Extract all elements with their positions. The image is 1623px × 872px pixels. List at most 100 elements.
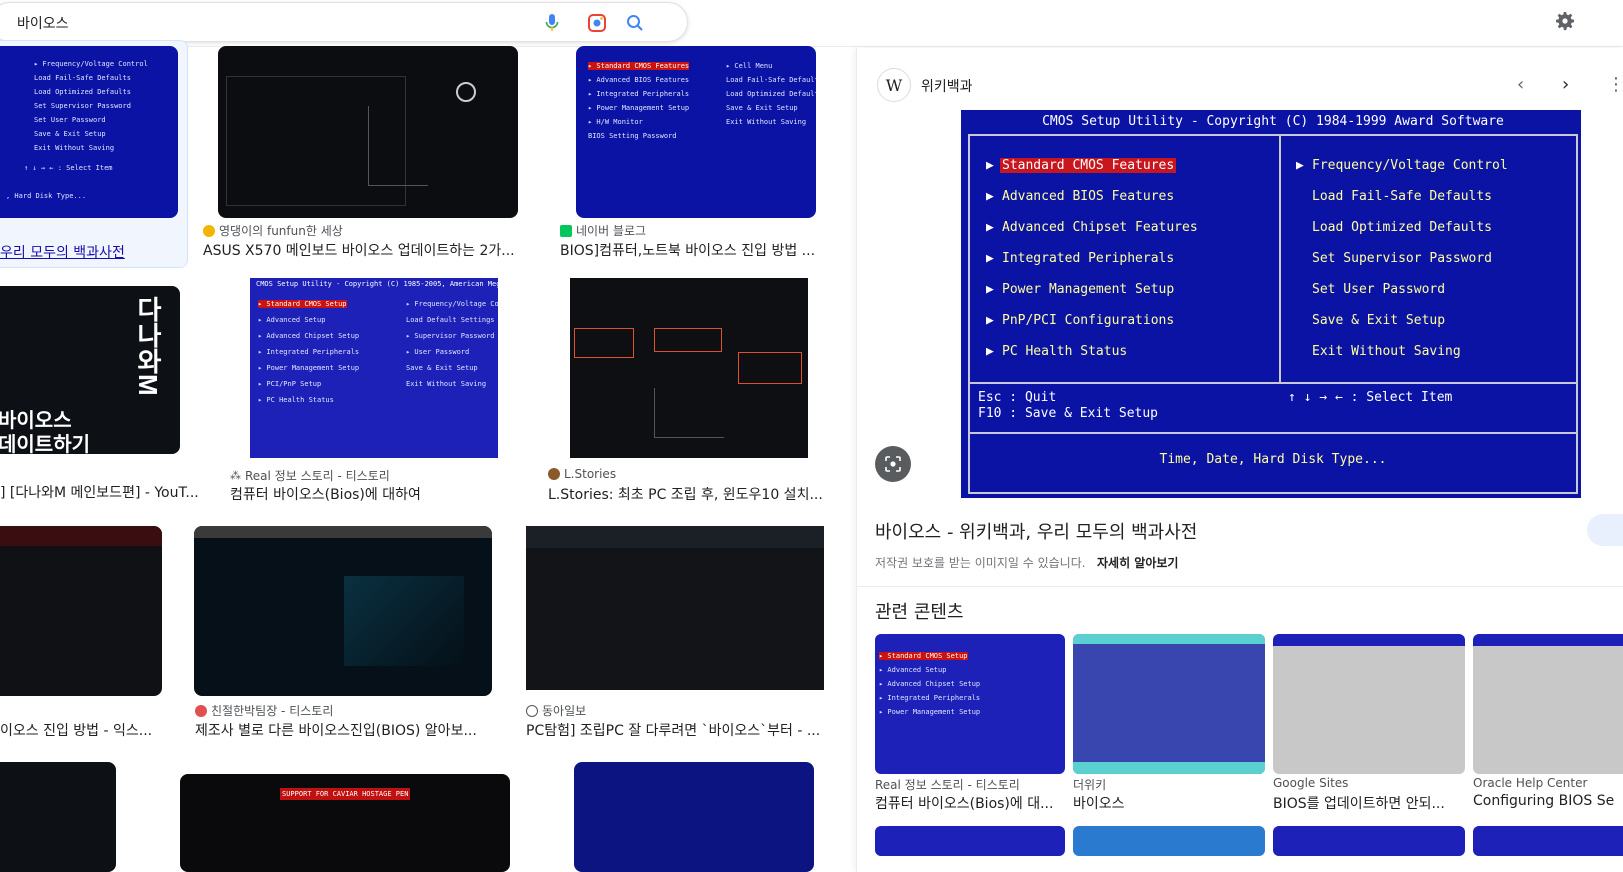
- bios-item[interactable]: Load Fail-Safe Defaults: [1312, 189, 1492, 204]
- related-thumbnail[interactable]: [1473, 634, 1623, 774]
- result-thumbnail[interactable]: [574, 762, 814, 872]
- preview-panel: W 위키백과 ‹ › ⋮ CMOS Setup Utility - Copyri…: [856, 48, 1623, 872]
- search-query[interactable]: 바이오스: [17, 13, 69, 33]
- related-thumbnail[interactable]: [1273, 826, 1465, 856]
- thumb-text: Exit Without Saving: [406, 380, 487, 388]
- thumb-graph: [368, 106, 428, 186]
- result-title[interactable]: 컴퓨터 바이오스(Bios)에 대하여: [230, 484, 530, 504]
- bios-item[interactable]: Advanced Chipset Features: [1002, 220, 1198, 235]
- related-title[interactable]: 컴퓨터 바이오스(Bios)에 대...: [875, 793, 1053, 813]
- bios-item[interactable]: Exit Without Saving: [1312, 344, 1461, 359]
- bios-item[interactable]: Set User Password: [1312, 282, 1445, 297]
- settings-gear-icon[interactable]: [1553, 9, 1579, 35]
- result-title[interactable]: 이오스 진입 방법 - 익스...: [0, 720, 170, 740]
- bios-title: CMOS Setup Utility - Copyright (C) 1984-…: [1042, 114, 1504, 129]
- bios-item[interactable]: Save & Exit Setup: [1312, 313, 1445, 328]
- result-source: 동아일보: [526, 702, 586, 719]
- result-thumbnail[interactable]: 바이오스 데이트하기 다나와M: [0, 286, 180, 454]
- related-source: Google Sites: [1273, 776, 1349, 790]
- bios-item[interactable]: Power Management Setup: [1002, 282, 1174, 297]
- bios-item[interactable]: Load Optimized Defaults: [1312, 220, 1492, 235]
- chevron-left-icon[interactable]: ‹: [1517, 74, 1524, 95]
- thumb-text: ▸ Frequency/Voltage Con: [406, 300, 498, 308]
- chevron-right-icon[interactable]: ›: [1562, 74, 1569, 95]
- result-source: L.Stories: [548, 467, 616, 481]
- related-title[interactable]: Configuring BIOS Se: [1473, 793, 1614, 809]
- result-thumbnail[interactable]: SUPPORT FOR CAVIAR HOSTAGE PEN: [180, 774, 510, 872]
- result-thumbnail[interactable]: [526, 526, 824, 690]
- bios-arrow: ▶: [986, 189, 994, 204]
- result-title[interactable]: L.Stories: 최초 PC 조립 후, 윈도우10 설치...: [548, 484, 828, 504]
- result-source: 영댕이의 funfun한 세상: [203, 222, 343, 239]
- source-label: 영댕이의 funfun한 세상: [219, 224, 343, 238]
- bios-divider: [970, 432, 1576, 434]
- bios-item[interactable]: Advanced BIOS Features: [1002, 189, 1174, 204]
- wikipedia-icon: W: [877, 68, 911, 102]
- result-thumbnail[interactable]: [0, 762, 116, 872]
- result-thumbnail[interactable]: CMOS Setup Utility - Copyright (C) 1985-…: [250, 278, 498, 458]
- thumb-bar: [526, 526, 824, 548]
- microphone-icon[interactable]: [541, 12, 563, 34]
- thumb-text: ▸ Integrated Peripherals: [588, 90, 690, 98]
- result-title[interactable]: ] [다나와M 메인보드편] - YouT...: [0, 482, 200, 502]
- visit-button[interactable]: [1587, 514, 1623, 546]
- thumb-text: ▸ Power Management Setup: [588, 104, 690, 112]
- thumb-overlay-text: 데이트하기: [0, 434, 90, 454]
- related-source: 더위키: [1073, 778, 1107, 792]
- result-title[interactable]: 제조사 별로 다른 바이오스진입(BIOS) 알아보...: [195, 720, 495, 740]
- related-title[interactable]: 바이오스: [1073, 793, 1125, 813]
- google-lens-icon[interactable]: [586, 12, 608, 34]
- source-label: L.Stories: [564, 467, 617, 481]
- lens-search-icon[interactable]: [875, 446, 911, 482]
- thumb-box: [654, 328, 722, 352]
- bios-arrow: ▶: [986, 158, 994, 173]
- preview-image[interactable]: CMOS Setup Utility - Copyright (C) 1984-…: [961, 110, 1581, 498]
- source-label: Real 정보 스토리 - 티스토리: [245, 469, 390, 483]
- thumb-art: [344, 576, 464, 666]
- related-thumbnail[interactable]: [875, 826, 1065, 856]
- bios-divider: [970, 382, 1576, 384]
- bios-arrow: ▶: [1296, 158, 1304, 173]
- related-thumbnail[interactable]: [1073, 826, 1265, 856]
- bios-item[interactable]: Integrated Peripherals: [1002, 251, 1174, 266]
- thumb-text: ▸ H/W Monitor: [588, 118, 643, 126]
- thumb-text: , Hard Disk Type...: [6, 192, 87, 200]
- bios-item[interactable]: Frequency/Voltage Control: [1312, 158, 1508, 173]
- search-bar[interactable]: 바이오스: [0, 2, 688, 42]
- result-thumbnail[interactable]: [0, 526, 162, 696]
- related-thumbnail[interactable]: [1073, 634, 1265, 774]
- search-icon[interactable]: [624, 12, 646, 34]
- bios-divider: [1279, 136, 1281, 382]
- thumb-text: CMOS Setup Utility - Copyright (C) 1985-…: [256, 280, 498, 288]
- more-vert-icon[interactable]: ⋮: [1607, 74, 1623, 95]
- thumb-text: ▸ Standard CMOS Setup: [879, 652, 968, 660]
- thumb-text: ▸ PC Health Status: [258, 396, 334, 404]
- bios-item[interactable]: Set Supervisor Password: [1312, 251, 1492, 266]
- thumb-bar: [194, 526, 492, 538]
- result-thumbnail[interactable]: [194, 526, 492, 696]
- source-site-name[interactable]: 위키백과: [921, 76, 973, 96]
- preview-title[interactable]: 바이오스 - 위키백과, 우리 모두의 백과사전: [875, 518, 1197, 544]
- result-title[interactable]: BIOS]컴퓨터,노트북 바이오스 진입 방법 ...: [560, 240, 830, 260]
- bios-item-selected[interactable]: Standard CMOS Features: [1000, 158, 1177, 173]
- related-thumbnail[interactable]: ▸ Standard CMOS Setup ▸ Advanced Setup ▸…: [875, 634, 1065, 774]
- result-thumbnail[interactable]: [570, 278, 808, 458]
- related-title[interactable]: BIOS를 업데이트하면 안되...: [1273, 793, 1445, 813]
- result-title-link[interactable]: 우리 모두의 백과사전: [0, 242, 180, 262]
- source-label: 네이버 블로그: [576, 224, 647, 238]
- result-source: ⁂ Real 정보 스토리 - 티스토리: [230, 467, 390, 484]
- thumb-text: Set Supervisor Password: [34, 102, 131, 110]
- result-title[interactable]: ASUS X570 메인보드 바이오스 업데이트하는 2가...: [203, 240, 523, 260]
- learn-more-link[interactable]: 자세히 알아보기: [1097, 554, 1178, 571]
- result-thumbnail[interactable]: ▸ Frequency/Voltage Control Load Fail-Sa…: [0, 46, 178, 218]
- result-thumbnail[interactable]: ▸ Standard CMOS Features ▸ Advanced BIOS…: [576, 46, 816, 218]
- real-info-icon: ⁂: [230, 469, 241, 482]
- bios-item[interactable]: PnP/PCI Configurations: [1002, 313, 1174, 328]
- result-title[interactable]: PC탐험] 조립PC 잘 다루려면 `바이오스`부터 - ...: [526, 720, 836, 740]
- related-thumbnail[interactable]: [1473, 826, 1623, 856]
- bios-item[interactable]: PC Health Status: [1002, 344, 1127, 359]
- thumb-text: Load Optimized Defaults: [726, 90, 816, 98]
- thumb-text: ▸ Standard CMOS Features: [588, 62, 690, 70]
- related-thumbnail[interactable]: [1273, 634, 1465, 774]
- result-thumbnail[interactable]: [218, 46, 518, 218]
